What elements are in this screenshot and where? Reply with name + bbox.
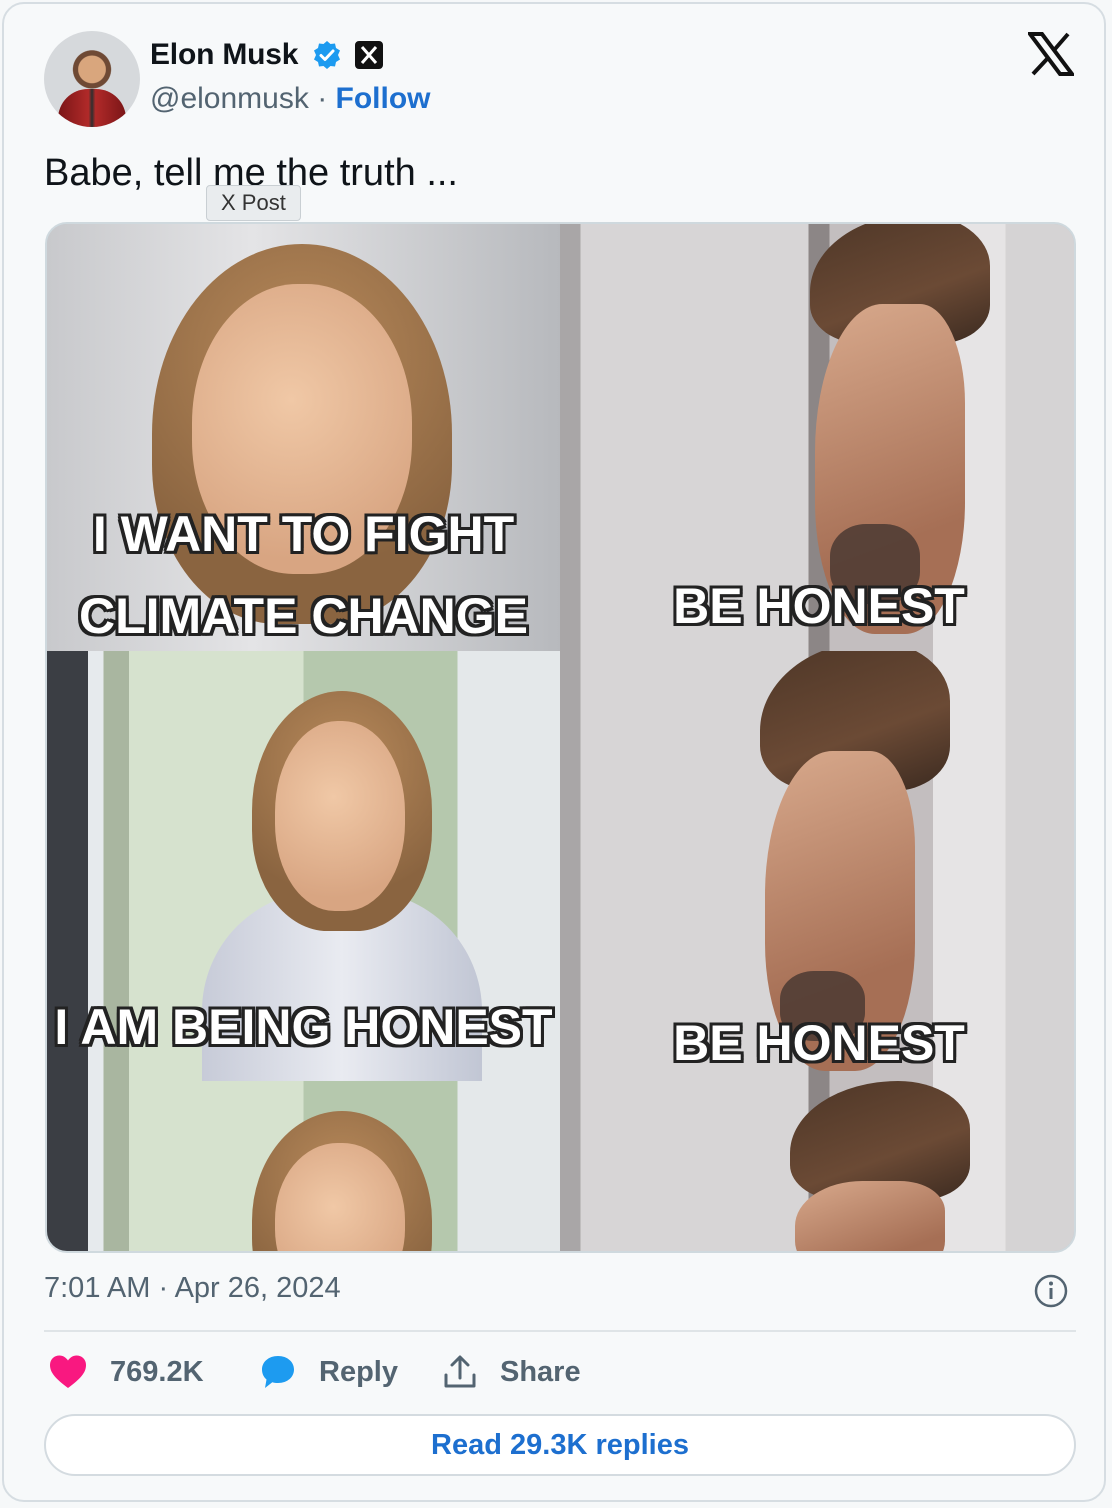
share-button[interactable]: Share: [442, 1350, 581, 1394]
author-info: Elon Musk: [150, 38, 384, 72]
author-name[interactable]: Elon Musk: [150, 38, 298, 72]
x-logo-icon[interactable]: [1028, 32, 1074, 76]
man-face: [795, 1181, 945, 1251]
meme-panel-6: [560, 1081, 1074, 1251]
caption-be-honest-1: BE HONEST: [673, 578, 965, 634]
meme-panel-1: I WANT TO FIGHT CLIMATE CHANGE: [47, 224, 560, 651]
share-upload-icon: [444, 1355, 476, 1388]
meme-panel-2: BE HONEST: [560, 224, 1074, 651]
info-icon[interactable]: [1033, 1273, 1069, 1309]
tweet-timestamp[interactable]: 7:01 AM · Apr 26, 2024: [44, 1272, 341, 1305]
follow-link[interactable]: Follow: [336, 82, 431, 115]
handle-line: @elonmusk · Follow: [150, 82, 431, 116]
read-replies-button[interactable]: Read 29.3K replies: [44, 1414, 1076, 1476]
tweet-card: Elon Musk @elonmusk · Follow Babe, tell …: [2, 2, 1106, 1502]
reply-button[interactable]: Reply: [259, 1350, 398, 1394]
x-post-tooltip: X Post: [206, 185, 301, 221]
heart-icon: [50, 1355, 86, 1388]
meme-image[interactable]: I WANT TO FIGHT CLIMATE CHANGE BE HONEST…: [45, 222, 1076, 1253]
like-count: 769.2K: [110, 1355, 204, 1388]
caption-fight: I WANT TO FIGHT: [92, 506, 515, 562]
handle-separator: ·: [308, 82, 336, 115]
divider: [44, 1330, 1076, 1332]
meme-panel-5: [47, 1081, 560, 1251]
verified-badge-icon: [311, 39, 343, 71]
like-button[interactable]: 769.2K: [48, 1350, 204, 1394]
avatar-suit: [58, 89, 126, 127]
speech-bubble-icon: [262, 1356, 294, 1388]
x-affiliate-badge-icon: [355, 41, 384, 69]
share-label: Share: [500, 1355, 581, 1388]
meme-panel-4: BE HONEST: [560, 651, 1074, 1081]
caption-climate: CLIMATE CHANGE: [78, 588, 529, 644]
author-handle[interactable]: @elonmusk: [150, 82, 309, 115]
reply-label: Reply: [319, 1355, 398, 1388]
meme-panel-3: I AM BEING HONEST: [47, 651, 560, 1081]
caption-being-honest: I AM BEING HONEST: [54, 999, 553, 1055]
girl-face: [275, 721, 405, 911]
author-avatar[interactable]: [44, 31, 140, 127]
caption-be-honest-2: BE HONEST: [673, 1015, 965, 1071]
